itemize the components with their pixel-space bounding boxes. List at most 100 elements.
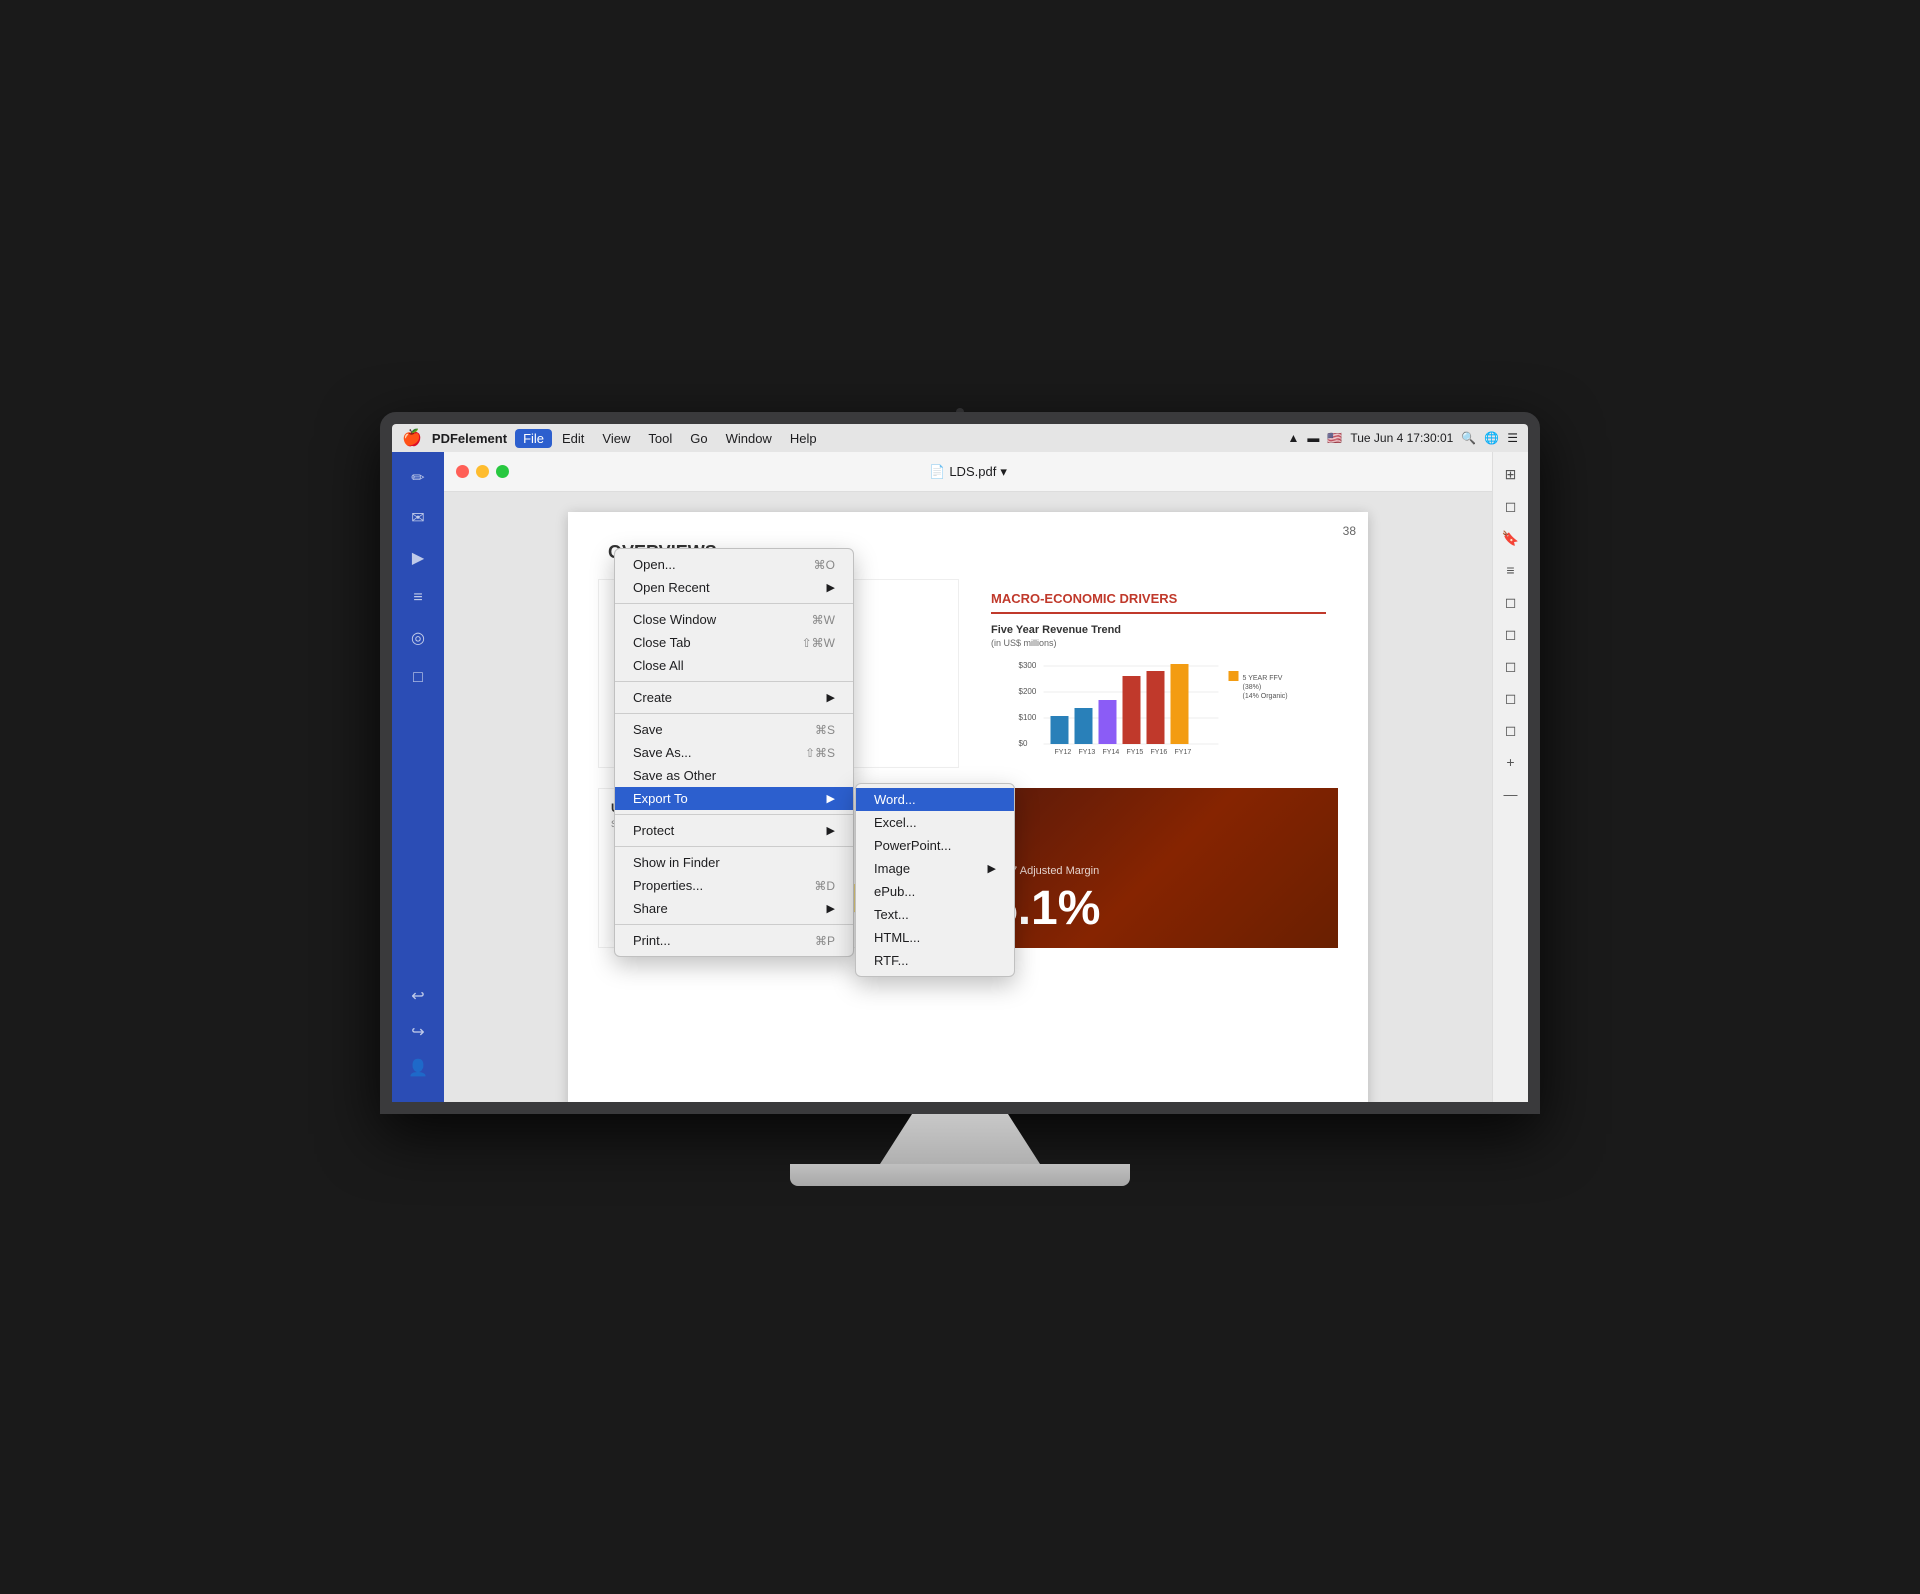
search-icon[interactable]: 🔍 [1461,431,1476,445]
menu-protect[interactable]: Protect ▶ [615,819,853,842]
monitor-stand-neck [880,1114,1040,1164]
menu-window[interactable]: Window [718,429,780,448]
sidebar-icon-redo[interactable]: ↪ [400,1014,436,1050]
sidebar-icon-user[interactable]: 👤 [400,1050,436,1086]
right-icon-minus[interactable]: — [1497,780,1525,808]
monitor-base [790,1164,1130,1186]
svg-text:(14% Organic): (14% Organic) [1243,693,1288,700]
menu-show-finder[interactable]: Show in Finder [615,851,853,874]
menu-create[interactable]: Create ▶ [615,686,853,709]
maximize-button[interactable] [496,465,509,478]
globe-icon[interactable]: 🌐 [1484,431,1499,445]
svg-text:$100: $100 [1019,713,1037,722]
app-name[interactable]: PDFelement [432,431,507,446]
sep-1 [615,603,853,604]
export-rtf[interactable]: RTF... [856,949,1014,972]
export-excel[interactable]: Excel... [856,811,1014,834]
save-as-label: Save As... [633,745,692,760]
share-label: Share [633,901,668,916]
left-sidebar: ✏ ✉ ▶ ≡ ◎ □ ↩ ↪ 👤 [392,452,444,1102]
right-icon-doc5[interactable]: ◻ [1497,716,1525,744]
menu-help[interactable]: Help [782,429,825,448]
export-html-label: HTML... [874,930,920,945]
save-as-shortcut: ⇧⌘S [805,746,835,760]
menu-open[interactable]: Open... ⌘O [615,553,853,576]
right-icon-bookmark[interactable]: 🔖 [1497,524,1525,552]
close-tab-label: Close Tab [633,635,691,650]
filename-chevron[interactable]: ▾ [1000,464,1007,480]
right-icon-page[interactable]: ◻ [1497,492,1525,520]
export-html[interactable]: HTML... [856,926,1014,949]
sidebar-icon-circle[interactable]: ◎ [400,620,436,656]
close-tab-shortcut: ⇧⌘W [802,636,835,650]
file-menu-dropdown: Open... ⌘O Open Recent ▶ Close Window ⌘W [614,548,854,957]
export-word-label: Word... [874,792,916,807]
right-icon-doc4[interactable]: ◻ [1497,684,1525,712]
list-icon[interactable]: ☰ [1507,431,1518,445]
close-button[interactable] [456,465,469,478]
export-epub[interactable]: ePub... [856,880,1014,903]
svg-text:5 YEAR FFV: 5 YEAR FFV [1243,675,1283,682]
menubar: 🍎 PDFelement File Edit View Tool Go Wind… [392,424,1528,452]
menu-edit[interactable]: Edit [554,429,592,448]
right-icon-menu[interactable]: ≡ [1497,556,1525,584]
battery-icon: ▬ [1307,431,1319,445]
titlebar: 📄 LDS.pdf ▾ [444,452,1492,492]
traffic-lights [456,465,509,478]
sidebar-icon-edit[interactable]: ✏ [400,460,436,496]
open-recent-arrow: ▶ [827,581,835,594]
menu-file[interactable]: File [515,429,552,448]
svg-text:FY16: FY16 [1151,749,1168,756]
menubar-items: File Edit View Tool Go Window Help [515,429,1283,448]
close-window-shortcut: ⌘W [812,613,835,627]
menu-view[interactable]: View [594,429,638,448]
sidebar-bottom: ↩ ↪ 👤 [400,978,436,1094]
sidebar-icon-square[interactable]: □ [400,660,436,696]
right-icon-add[interactable]: + [1497,748,1525,776]
menu-save-as-other[interactable]: Save as Other [615,764,853,787]
menu-close-all[interactable]: Close All [615,654,853,677]
right-icon-doc1[interactable]: ◻ [1497,588,1525,616]
margin-label: FY17 Adjusted Margin [991,865,1326,877]
menu-tool[interactable]: Tool [640,429,680,448]
menu-close-tab[interactable]: Close Tab ⇧⌘W [615,631,853,654]
menu-close-window[interactable]: Close Window ⌘W [615,608,853,631]
pdf-viewport[interactable]: 38 OVERVIEWS [444,492,1492,1102]
sidebar-icon-list[interactable]: ≡ [400,580,436,616]
close-all-label: Close All [633,658,684,673]
svg-text:FY15: FY15 [1127,749,1144,756]
wifi-icon: ▲ [1288,431,1300,445]
create-arrow: ▶ [827,691,835,704]
menu-save-as[interactable]: Save As... ⇧⌘S [615,741,853,764]
right-icon-doc2[interactable]: ◻ [1497,620,1525,648]
revenue-subtitle: (in US$ millions) [991,638,1326,648]
sidebar-icon-mail[interactable]: ✉ [400,500,436,536]
right-icon-doc3[interactable]: ◻ [1497,652,1525,680]
svg-text:FY14: FY14 [1103,749,1120,756]
menu-print[interactable]: Print... ⌘P [615,929,853,952]
export-image[interactable]: Image ▶ [856,857,1014,880]
protect-label: Protect [633,823,674,838]
menubar-right: ▲ ▬ 🇺🇸 Tue Jun 4 17:30:01 🔍 🌐 ☰ [1288,431,1518,445]
export-powerpoint[interactable]: PowerPoint... [856,834,1014,857]
show-finder-label: Show in Finder [633,855,720,870]
apple-menu[interactable]: 🍎 [402,428,422,448]
sidebar-icon-undo[interactable]: ↩ [400,978,436,1014]
menu-export-to[interactable]: Export To ▶ Word... Excel... [615,787,853,810]
right-sidebar: ⊞ ◻ 🔖 ≡ ◻ ◻ ◻ ◻ ◻ + — [1492,452,1528,1102]
menu-properties[interactable]: Properties... ⌘D [615,874,853,897]
minimize-button[interactable] [476,465,489,478]
protect-arrow: ▶ [827,824,835,837]
sidebar-icon-share[interactable]: ▶ [400,540,436,576]
export-text[interactable]: Text... [856,903,1014,926]
properties-label: Properties... [633,878,703,893]
print-label: Print... [633,933,671,948]
menu-share[interactable]: Share ▶ [615,897,853,920]
menu-open-recent[interactable]: Open Recent ▶ [615,576,853,599]
right-icon-grid[interactable]: ⊞ [1497,460,1525,488]
menu-go[interactable]: Go [682,429,715,448]
menu-save[interactable]: Save ⌘S [615,718,853,741]
svg-text:(38%): (38%) [1243,684,1262,691]
export-word[interactable]: Word... [856,788,1014,811]
sep-6 [615,924,853,925]
